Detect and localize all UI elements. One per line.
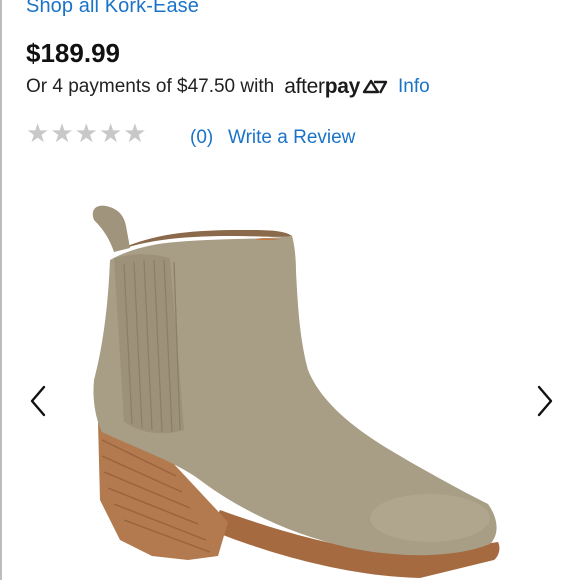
- rating-stars: ★ ★ ★ ★ ★: [26, 120, 147, 146]
- chevron-left-icon[interactable]: [26, 383, 50, 419]
- shop-all-brand-link[interactable]: Shop all Kork-Ease: [26, 0, 199, 18]
- page-border: [0, 0, 2, 580]
- star-icon: ★: [74, 118, 98, 148]
- star-icon: ★: [26, 118, 50, 148]
- star-icon: ★: [50, 118, 74, 148]
- product-image-ankle-boot[interactable]: [80, 200, 510, 580]
- star-icon: ★: [98, 118, 123, 148]
- chevron-right-icon[interactable]: [533, 383, 557, 419]
- star-icon: ★: [123, 118, 147, 148]
- afterpay-arrows-icon: [362, 79, 388, 94]
- afterpay-info-link[interactable]: Info: [398, 76, 430, 98]
- afterpay-logo: after pay: [284, 75, 388, 99]
- payments-text: Or 4 payments of $47.50 with: [26, 76, 275, 97]
- write-review-link[interactable]: Write a Review: [228, 127, 355, 149]
- review-count-link[interactable]: (0): [190, 127, 213, 149]
- product-price: $189.99: [26, 38, 120, 68]
- installment-payments: Or 4 payments of $47.50 with after pay In…: [26, 75, 430, 99]
